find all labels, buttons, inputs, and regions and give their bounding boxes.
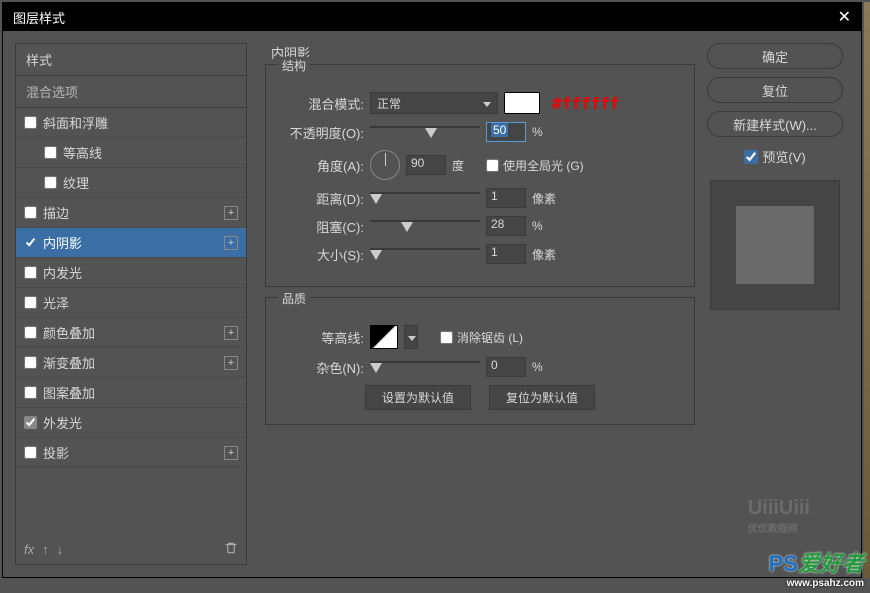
trash-icon[interactable] <box>224 541 238 558</box>
choke-slider[interactable] <box>370 218 480 234</box>
style-item-1[interactable]: 等高线 <box>16 138 246 168</box>
size-input[interactable]: 1 <box>486 244 526 264</box>
global-light-checkbox[interactable]: 使用全局光 (G) <box>486 157 584 174</box>
reset-default-button[interactable]: 复位为默认值 <box>489 385 595 410</box>
plus-icon[interactable]: + <box>224 326 238 340</box>
plus-icon[interactable]: + <box>224 206 238 220</box>
hex-annotation: #ffffff <box>552 94 619 113</box>
style-checkbox[interactable] <box>24 356 37 369</box>
arrow-up-icon[interactable]: ↑ <box>42 542 49 557</box>
style-label: 光泽 <box>43 293 69 312</box>
size-slider[interactable] <box>370 246 480 262</box>
style-item-2[interactable]: 纹理 <box>16 168 246 198</box>
angle-label: 角度(A): <box>278 156 364 175</box>
new-style-button[interactable]: 新建样式(W)... <box>707 111 843 137</box>
opacity-slider[interactable] <box>370 124 480 140</box>
contour-label: 等高线: <box>278 328 364 347</box>
noise-slider[interactable] <box>370 359 480 375</box>
preview-checkbox[interactable]: 预览(V) <box>744 147 805 166</box>
style-label: 内阴影 <box>43 233 82 252</box>
angle-dial[interactable] <box>370 150 400 180</box>
style-item-8[interactable]: 渐变叠加 + <box>16 348 246 378</box>
style-label: 纹理 <box>63 173 89 192</box>
contour-picker[interactable] <box>370 325 398 349</box>
style-label: 图案叠加 <box>43 383 95 402</box>
contour-dropdown-icon[interactable] <box>404 325 418 349</box>
preview-box <box>710 180 840 310</box>
style-checkbox[interactable] <box>24 386 37 399</box>
style-label: 投影 <box>43 443 69 462</box>
style-checkbox[interactable] <box>24 206 37 219</box>
effect-heading: 内阴影 <box>271 43 695 62</box>
structure-fieldset: 结构 混合模式: 正常 #ffffff 不透明度(O): 50 % 角度(A): <box>265 64 695 287</box>
blend-mode-dropdown[interactable]: 正常 <box>370 92 498 114</box>
ok-button[interactable]: 确定 <box>707 43 843 69</box>
style-item-3[interactable]: 描边 + <box>16 198 246 228</box>
fx-menu[interactable]: fx <box>24 542 34 557</box>
opacity-label: 不透明度(O): <box>278 123 364 142</box>
arrow-down-icon[interactable]: ↓ <box>57 542 64 557</box>
angle-input[interactable]: 90 <box>406 155 446 175</box>
opacity-input[interactable]: 50 <box>486 122 526 142</box>
style-label: 斜面和浮雕 <box>43 113 108 132</box>
blend-options-row[interactable]: 混合选项 <box>16 76 246 108</box>
choke-label: 阻塞(C): <box>278 217 364 236</box>
antialias-checkbox[interactable]: 消除锯齿 (L) <box>440 329 523 346</box>
noise-label: 杂色(N): <box>278 358 364 377</box>
choke-input[interactable]: 28 <box>486 216 526 236</box>
style-checkbox[interactable] <box>44 146 57 159</box>
plus-icon[interactable]: + <box>224 446 238 460</box>
cancel-button[interactable]: 复位 <box>707 77 843 103</box>
style-label: 颜色叠加 <box>43 323 95 342</box>
preview-swatch <box>736 206 814 284</box>
quality-legend: 品质 <box>278 290 310 307</box>
style-item-10[interactable]: 外发光 <box>16 408 246 438</box>
styles-header[interactable]: 样式 <box>16 44 246 76</box>
style-checkbox[interactable] <box>44 176 57 189</box>
make-default-button[interactable]: 设置为默认值 <box>365 385 471 410</box>
style-checkbox[interactable] <box>24 326 37 339</box>
noise-input[interactable]: 0 <box>486 357 526 377</box>
plus-icon[interactable]: + <box>224 356 238 370</box>
style-checkbox[interactable] <box>24 116 37 129</box>
style-item-5[interactable]: 内发光 <box>16 258 246 288</box>
style-item-6[interactable]: 光泽 <box>16 288 246 318</box>
structure-legend: 结构 <box>278 57 310 74</box>
blend-mode-label: 混合模式: <box>278 94 364 113</box>
plus-icon[interactable]: + <box>224 236 238 250</box>
color-swatch[interactable] <box>504 92 540 114</box>
style-item-4[interactable]: 内阴影 + <box>16 228 246 258</box>
distance-input[interactable]: 1 <box>486 188 526 208</box>
style-label: 描边 <box>43 203 69 222</box>
style-checkbox[interactable] <box>24 266 37 279</box>
dialog-title: 图层样式 <box>13 8 65 27</box>
style-label: 渐变叠加 <box>43 353 95 372</box>
styles-footer: fx ↑ ↓ <box>16 535 246 564</box>
style-label: 等高线 <box>63 143 102 162</box>
style-checkbox[interactable] <box>24 416 37 429</box>
titlebar: 图层样式 ✕ <box>3 3 861 31</box>
style-checkbox[interactable] <box>24 446 37 459</box>
styles-list-panel: 样式 混合选项 斜面和浮雕等高线纹理描边 + 内阴影 + 内发光光泽颜色叠加 + 渐变叠加 +… <box>15 43 247 565</box>
style-label: 内发光 <box>43 263 82 282</box>
style-item-7[interactable]: 颜色叠加 + <box>16 318 246 348</box>
style-checkbox[interactable] <box>24 296 37 309</box>
layer-style-dialog: 图层样式 ✕ 样式 混合选项 斜面和浮雕等高线纹理描边 + 内阴影 + 内发光光泽颜色叠… <box>2 2 862 578</box>
distance-slider[interactable] <box>370 190 480 206</box>
style-item-0[interactable]: 斜面和浮雕 <box>16 108 246 138</box>
quality-fieldset: 品质 等高线: 消除锯齿 (L) 杂色(N): 0 % 设置为默认值 复位为 <box>265 297 695 425</box>
style-item-11[interactable]: 投影 + <box>16 438 246 468</box>
close-icon[interactable]: ✕ <box>838 7 851 27</box>
style-checkbox[interactable] <box>24 236 37 249</box>
distance-label: 距离(D): <box>278 189 364 208</box>
size-label: 大小(S): <box>278 245 364 264</box>
style-item-9[interactable]: 图案叠加 <box>16 378 246 408</box>
style-label: 外发光 <box>43 413 82 432</box>
